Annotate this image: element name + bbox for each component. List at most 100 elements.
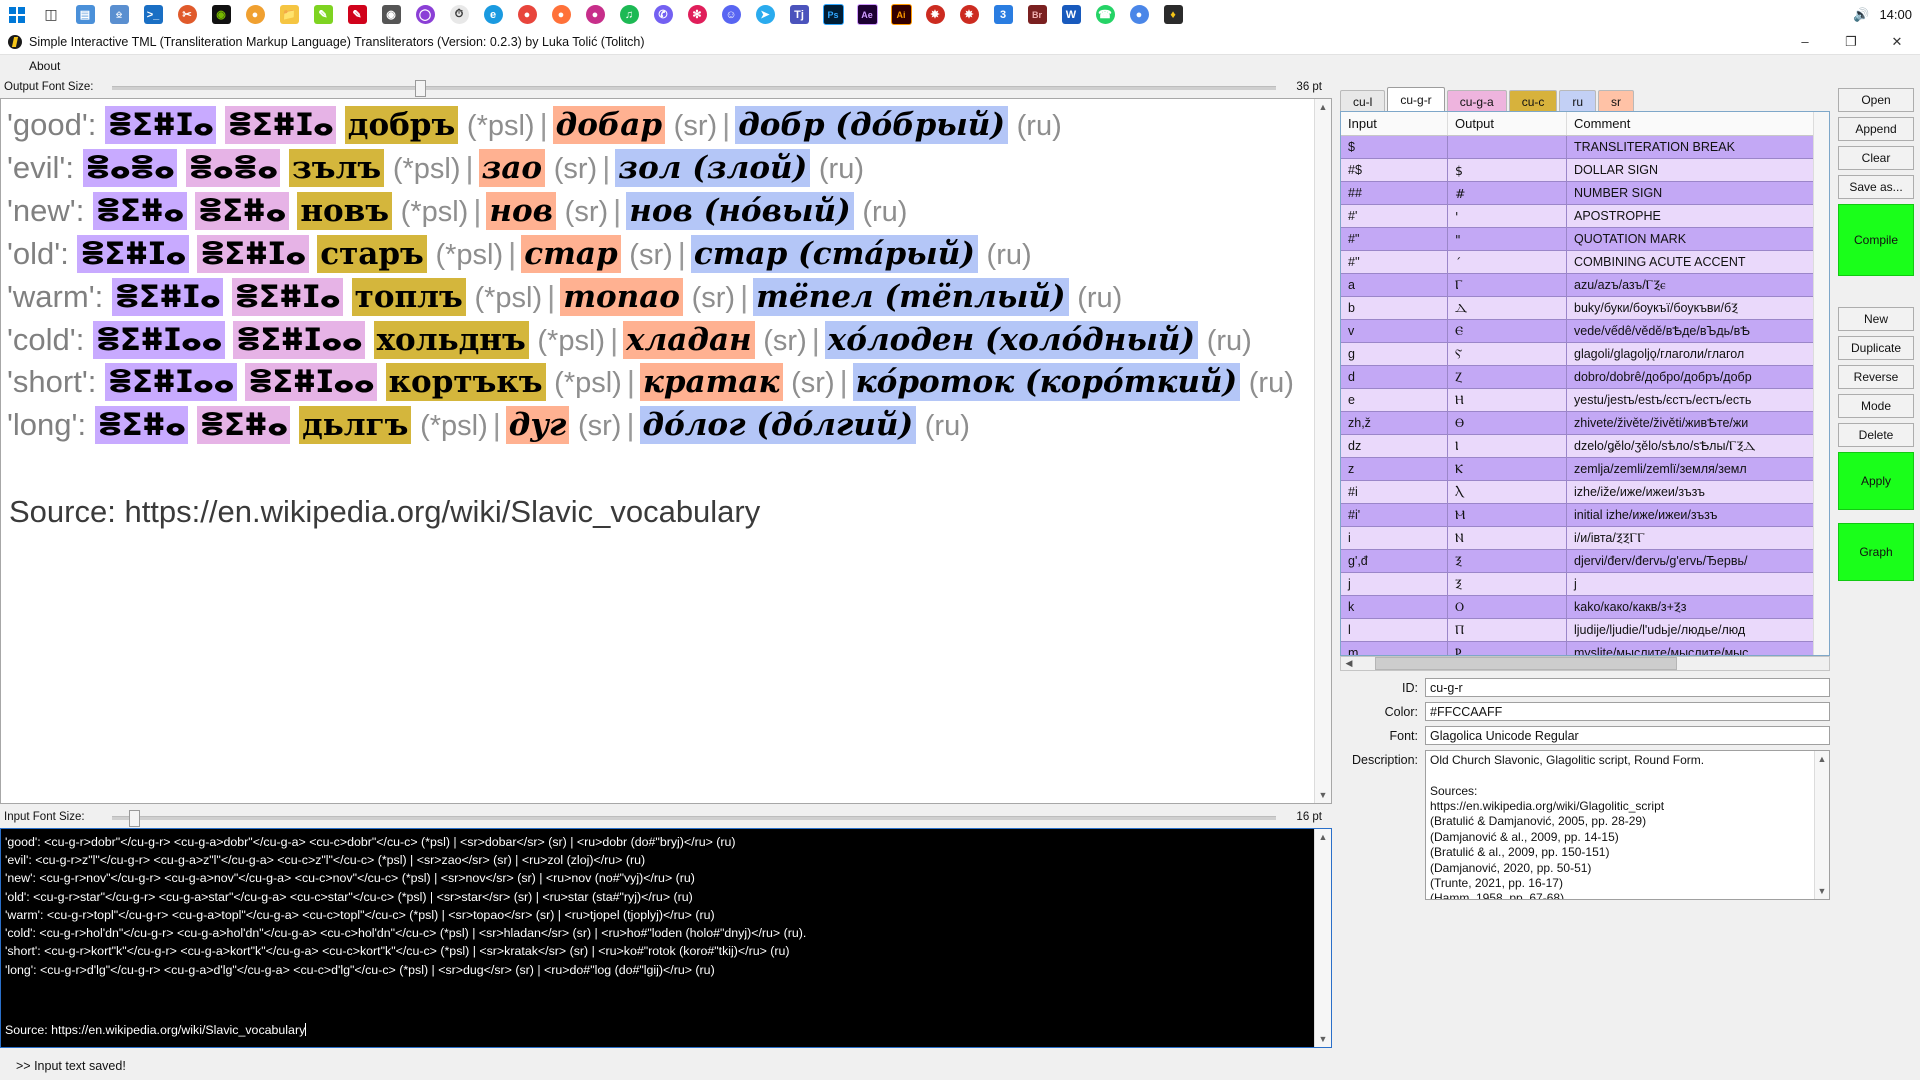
cell-input[interactable]: dz xyxy=(1341,435,1448,458)
calculator-icon[interactable]: ▤ xyxy=(68,0,102,29)
aftereffects-icon[interactable]: Ae xyxy=(850,0,884,29)
reverse-button[interactable]: Reverse xyxy=(1838,365,1914,389)
cell-input[interactable]: g xyxy=(1341,343,1448,366)
illustrator-icon[interactable]: Ai xyxy=(884,0,918,29)
description-scrollbar[interactable]: ▲ ▼ xyxy=(1814,751,1829,899)
snip-icon[interactable]: ✂ xyxy=(170,0,204,29)
cell-input[interactable]: m xyxy=(1341,642,1448,657)
circle-icon[interactable]: ◯ xyxy=(408,0,442,29)
column-header-comment[interactable]: Comment xyxy=(1567,112,1829,136)
cell-input[interactable]: #i xyxy=(1341,481,1448,504)
cell-comment[interactable]: ljudije/ljudie/l'udьje/людье/люд xyxy=(1567,619,1829,642)
mapping-table-container[interactable]: Input Output Comment $TRANSLITERATION BR… xyxy=(1340,111,1830,656)
table-row[interactable]: aⲄazu/azъ/азъ/ⲄⲜⲉ xyxy=(1341,274,1829,297)
cell-comment[interactable]: COMBINING ACUTE ACCENT xyxy=(1567,251,1829,274)
cell-comment[interactable]: QUOTATION MARK xyxy=(1567,228,1829,251)
cell-comment[interactable]: azu/azъ/азъ/ⲄⲜⲉ xyxy=(1567,274,1829,297)
cell-comment[interactable]: j xyxy=(1567,573,1829,596)
cell-output[interactable]: Ⲡ xyxy=(1448,619,1567,642)
slider-thumb[interactable] xyxy=(415,80,426,97)
input-text-area[interactable]: 'good': <cu-g-r>dobr"</cu-g-r> <cu-g-a>d… xyxy=(0,828,1332,1048)
grid-vertical-scrollbar[interactable] xyxy=(1813,112,1829,655)
cell-output[interactable]: Ⲋ xyxy=(1448,343,1567,366)
nvidia-icon[interactable]: ◉ xyxy=(204,0,238,29)
cell-input[interactable]: l xyxy=(1341,619,1448,642)
cell-comment[interactable]: TRANSLITERATION BREAK xyxy=(1567,136,1829,159)
mode-button[interactable]: Mode xyxy=(1838,394,1914,418)
cell-comment[interactable]: djervi/đerv/đervь/g'ervь/Ђервь/ xyxy=(1567,550,1829,573)
cell-input[interactable]: #'' xyxy=(1341,251,1448,274)
table-row[interactable]: zh,žⲐzhivete/živěte/živěti/живѢте/жи xyxy=(1341,412,1829,435)
cell-output[interactable]: Ⲑ xyxy=(1448,412,1567,435)
word-icon[interactable]: W xyxy=(1054,0,1088,29)
cell-output[interactable]: Ⲍ xyxy=(1448,366,1567,389)
cell-comment[interactable]: izhe/iže/иже/ижеи/зъзъ xyxy=(1567,481,1829,504)
compile-button[interactable]: Compile xyxy=(1838,204,1914,276)
cell-output[interactable]: Ⲛ xyxy=(1448,527,1567,550)
table-row[interactable]: #''APOSTROPHE xyxy=(1341,205,1829,228)
grid-horizontal-scrollbar[interactable]: ◀ xyxy=(1340,656,1830,671)
cell-input[interactable]: k xyxy=(1341,596,1448,619)
discord-icon[interactable]: ☺ xyxy=(714,0,748,29)
clock-icon[interactable]: ⏱ xyxy=(442,0,476,29)
spotify-icon[interactable]: ♫ xyxy=(612,0,646,29)
table-row[interactable]: kⲞkako/како/какв/з+Ⲝз xyxy=(1341,596,1829,619)
tab-ru[interactable]: ru xyxy=(1559,90,1596,112)
table-row[interactable]: bⲆbuky/буки/боукъї/боукъви/бⲜ xyxy=(1341,297,1829,320)
cell-input[interactable]: zh,ž xyxy=(1341,412,1448,435)
new-button[interactable]: New xyxy=(1838,307,1914,331)
cell-comment[interactable]: initial izhe/иже/ижеи/зъзъ xyxy=(1567,504,1829,527)
table-row[interactable]: #''´COMBINING ACUTE ACCENT xyxy=(1341,251,1829,274)
table-row[interactable]: vⲈvede/vếdê/vědě/вѢде/вЪдь/вѢ xyxy=(1341,320,1829,343)
cell-input[interactable]: z xyxy=(1341,458,1448,481)
cell-input[interactable]: b xyxy=(1341,297,1448,320)
id-field[interactable]: cu-g-r xyxy=(1425,678,1830,697)
cell-output[interactable]: # xyxy=(1448,182,1567,205)
tab-sr[interactable]: sr xyxy=(1598,90,1634,112)
cell-output[interactable] xyxy=(1448,136,1567,159)
close-button[interactable]: ✕ xyxy=(1874,29,1920,54)
table-row[interactable]: jⲜj xyxy=(1341,573,1829,596)
cell-input[interactable]: a xyxy=(1341,274,1448,297)
cell-input[interactable]: #$ xyxy=(1341,159,1448,182)
chrome-icon[interactable]: ● xyxy=(510,0,544,29)
input-scroll-down-icon[interactable]: ▼ xyxy=(1315,1031,1331,1047)
cell-input[interactable]: #" xyxy=(1341,228,1448,251)
camera-icon[interactable]: ◉ xyxy=(374,0,408,29)
cell-input[interactable]: d xyxy=(1341,366,1448,389)
scroll-down-icon[interactable]: ▼ xyxy=(1315,787,1331,803)
table-row[interactable]: #""QUOTATION MARK xyxy=(1341,228,1829,251)
cell-comment[interactable]: glagoli/glagoljǫ/глаголи/глагол xyxy=(1567,343,1829,366)
cell-input[interactable]: ## xyxy=(1341,182,1448,205)
cell-output[interactable]: ' xyxy=(1448,205,1567,228)
cell-comment[interactable]: vede/vếdê/vědě/вѢде/вЪдь/вѢ xyxy=(1567,320,1829,343)
tab-cu-g-a[interactable]: cu-g-a xyxy=(1447,90,1507,112)
input-scrollbar[interactable]: ▲ ▼ xyxy=(1314,829,1331,1047)
pen-icon[interactable]: ✎ xyxy=(340,0,374,29)
save-as-button[interactable]: Save as... xyxy=(1838,175,1914,199)
cell-output[interactable]: Ⲏ xyxy=(1448,389,1567,412)
cell-comment[interactable]: myslite/мыслите/мыслите/мыс. xyxy=(1567,642,1829,657)
viber-icon[interactable]: ✆ xyxy=(646,0,680,29)
table-row[interactable]: iⲚi/и/iвта/ⲜⲜⲄⲄ xyxy=(1341,527,1829,550)
acrobat-icon[interactable]: ✸ xyxy=(918,0,952,29)
duplicate-button[interactable]: Duplicate xyxy=(1838,336,1914,360)
cell-comment[interactable]: yestu/jestъ/estъ/єстъ/естъ/есть xyxy=(1567,389,1829,412)
cell-input[interactable]: g',đ xyxy=(1341,550,1448,573)
cell-output[interactable]: $ xyxy=(1448,159,1567,182)
cell-output[interactable]: " xyxy=(1448,228,1567,251)
chrome2-icon[interactable]: ● xyxy=(1122,0,1156,29)
cell-output[interactable]: Ⲟ xyxy=(1448,596,1567,619)
cell-input[interactable]: #i' xyxy=(1341,504,1448,527)
cell-input[interactable]: #' xyxy=(1341,205,1448,228)
table-row[interactable]: gⲊglagoli/glagoljǫ/глаголи/глагол xyxy=(1341,343,1829,366)
hscroll-thumb[interactable] xyxy=(1375,657,1677,670)
table-row[interactable]: eⲎyestu/jestъ/estъ/єстъ/естъ/есть xyxy=(1341,389,1829,412)
teams-icon[interactable]: Tj xyxy=(782,0,816,29)
tab-cu-l[interactable]: cu-l xyxy=(1340,90,1385,112)
cell-output[interactable]: Ⲉ xyxy=(1448,320,1567,343)
slack-icon[interactable]: ✻ xyxy=(680,0,714,29)
delete-button[interactable]: Delete xyxy=(1838,423,1914,447)
clear-button[interactable]: Clear xyxy=(1838,146,1914,170)
cell-input[interactable]: $ xyxy=(1341,136,1448,159)
